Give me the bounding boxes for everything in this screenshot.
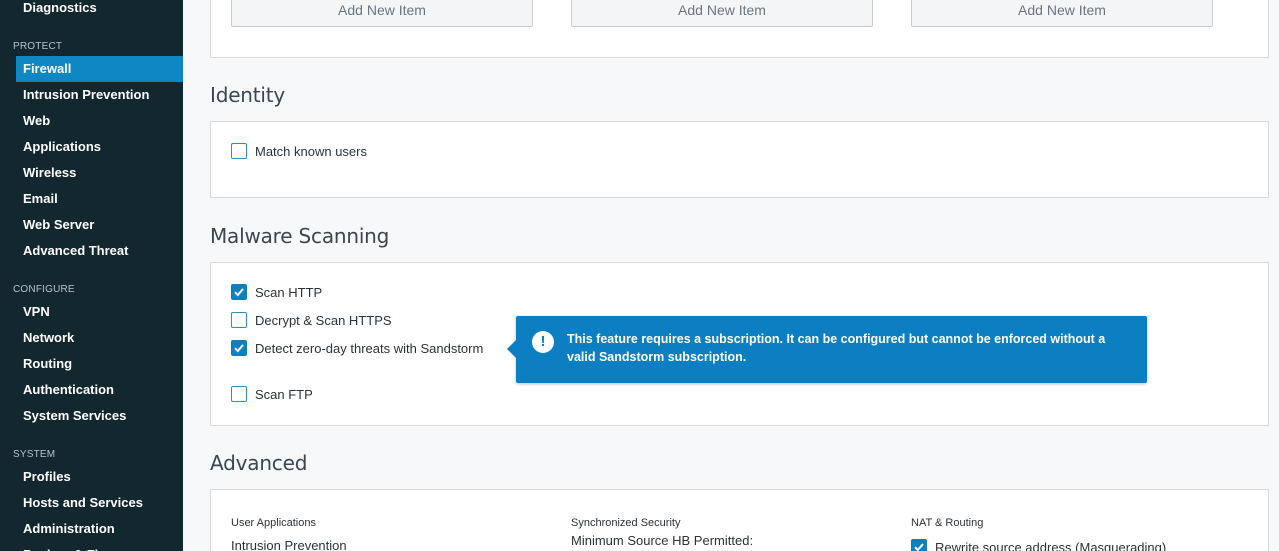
decrypt-scan-https-label: Decrypt & Scan HTTPS	[255, 312, 392, 328]
sidebar-item-system-services[interactable]: System Services	[16, 403, 183, 429]
sidebar: Diagnostics PROTECT Firewall Intrusion P…	[0, 0, 183, 551]
decrypt-scan-https-option[interactable]: Decrypt & Scan HTTPS	[231, 311, 392, 329]
sidebar-item-vpn[interactable]: VPN	[16, 299, 183, 325]
sidebar-item-routing[interactable]: Routing	[16, 351, 183, 377]
top-panel: Add New Item Add New Item Add New Item	[210, 0, 1269, 58]
sandstorm-subscription-tooltip: ! This feature requires a subscription. …	[507, 316, 1147, 383]
sandstorm-option[interactable]: Detect zero-day threats with Sandstorm	[231, 339, 483, 357]
sidebar-item-wireless[interactable]: Wireless	[16, 160, 183, 186]
sidebar-item-backup-firmware[interactable]: Backup & Firmware	[16, 542, 183, 551]
sandstorm-label: Detect zero-day threats with Sandstorm	[255, 340, 484, 356]
identity-panel: Match known users	[210, 121, 1269, 198]
scan-http-label: Scan HTTP	[255, 284, 323, 300]
rewrite-source-address-option[interactable]: Rewrite source address (Masquerading)	[911, 538, 1166, 551]
scan-ftp-checkbox[interactable]	[231, 386, 247, 402]
sidebar-item-email[interactable]: Email	[16, 186, 183, 212]
add-new-item-button-3[interactable]: Add New Item	[911, 0, 1213, 27]
sidebar-item-profiles[interactable]: Profiles	[16, 464, 183, 490]
malware-section-title: Malware Scanning	[210, 224, 390, 248]
exclamation-icon: !	[532, 331, 554, 353]
match-known-users-checkbox[interactable]	[231, 143, 247, 159]
match-known-users-option[interactable]: Match known users	[231, 142, 367, 160]
check-icon	[914, 543, 924, 551]
user-applications-value: Intrusion Prevention	[231, 538, 347, 551]
scan-http-option[interactable]: Scan HTTP	[231, 283, 322, 301]
rewrite-source-address-label: Rewrite source address (Masquerading)	[935, 539, 1167, 551]
sidebar-item-firewall[interactable]: Firewall	[16, 56, 183, 82]
synchronized-security-title: Synchronized Security	[571, 517, 681, 529]
sidebar-item-diagnostics[interactable]: Diagnostics	[16, 0, 183, 21]
sidebar-item-intrusion-prevention[interactable]: Intrusion Prevention	[16, 82, 183, 108]
match-known-users-label: Match known users	[255, 143, 367, 159]
add-new-item-button-1[interactable]: Add New Item	[231, 0, 533, 27]
minimum-source-hb-label: Minimum Source HB Permitted:	[571, 533, 754, 548]
advanced-section-title: Advanced	[210, 451, 308, 475]
scan-ftp-label: Scan FTP	[255, 386, 313, 402]
sandstorm-checkbox[interactable]	[231, 340, 247, 356]
check-icon	[234, 288, 244, 297]
sidebar-item-advanced-threat[interactable]: Advanced Threat	[16, 238, 183, 264]
sidebar-item-network[interactable]: Network	[16, 325, 183, 351]
main-content: Add New Item Add New Item Add New Item I…	[183, 0, 1279, 551]
tooltip-text: This feature requires a subscription. It…	[567, 332, 1106, 364]
scan-http-checkbox[interactable]	[231, 284, 247, 300]
sidebar-group-protect: PROTECT	[13, 41, 63, 52]
sidebar-item-applications[interactable]: Applications	[16, 134, 183, 160]
decrypt-scan-https-checkbox[interactable]	[231, 312, 247, 328]
sidebar-item-web[interactable]: Web	[16, 108, 183, 134]
sidebar-group-configure: CONFIGURE	[13, 284, 75, 295]
sidebar-item-authentication[interactable]: Authentication	[16, 377, 183, 403]
add-new-item-button-2[interactable]: Add New Item	[571, 0, 873, 27]
check-icon	[234, 344, 244, 353]
sidebar-group-system: SYSTEM	[13, 449, 56, 460]
sidebar-item-hosts-and-services[interactable]: Hosts and Services	[16, 490, 183, 516]
user-applications-title: User Applications	[231, 517, 316, 529]
sidebar-item-administration[interactable]: Administration	[16, 516, 183, 542]
identity-section-title: Identity	[210, 83, 286, 107]
scan-ftp-option[interactable]: Scan FTP	[231, 385, 313, 403]
sidebar-item-web-server[interactable]: Web Server	[16, 212, 183, 238]
rewrite-source-address-checkbox[interactable]	[911, 539, 927, 551]
nat-routing-title: NAT & Routing	[911, 517, 984, 529]
advanced-panel: User Applications Intrusion Prevention S…	[210, 489, 1269, 551]
